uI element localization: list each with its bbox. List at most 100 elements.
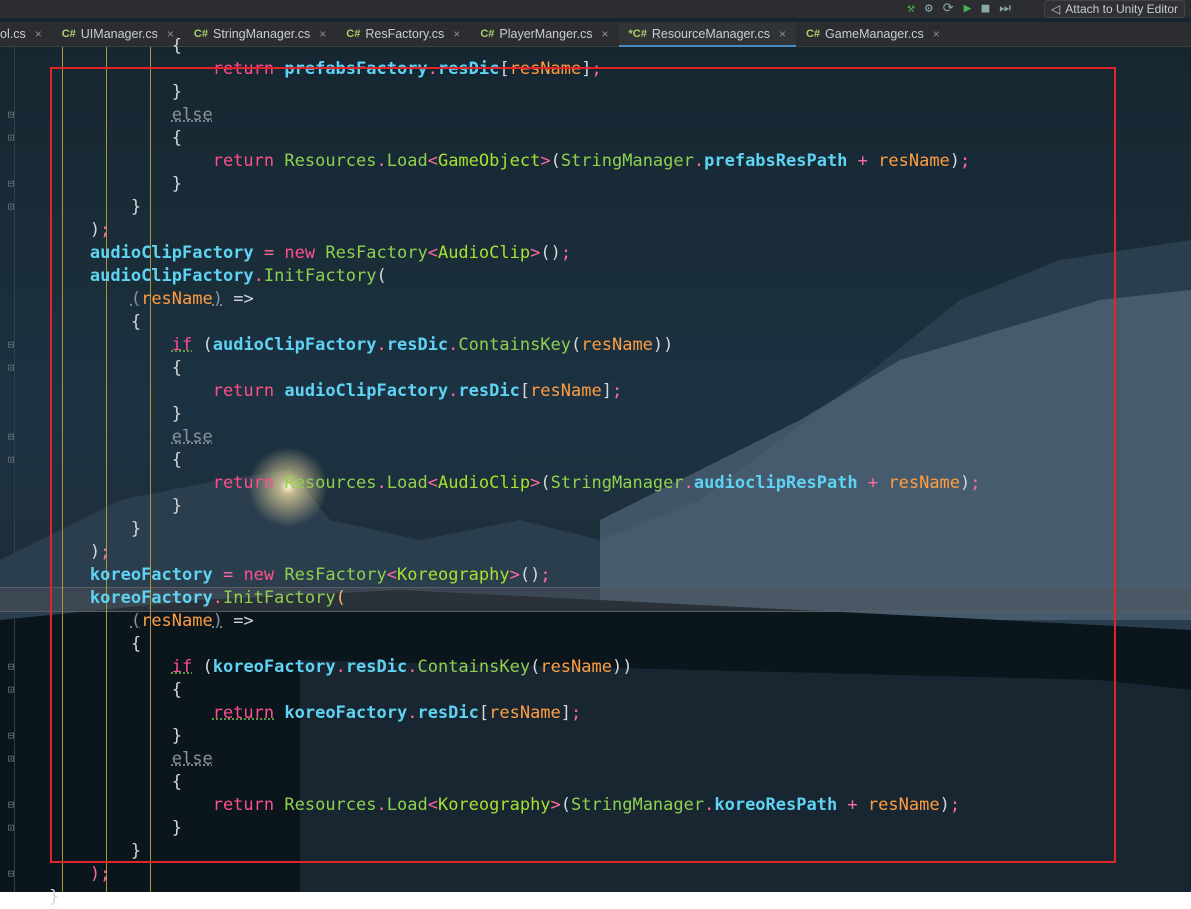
code-token: + [857,473,889,493]
code-line[interactable]: { [8,311,141,334]
code-token: } [130,197,142,217]
code-line[interactable]: } [8,173,182,196]
code-token: . [376,795,387,815]
code-line[interactable]: } [8,817,182,840]
close-icon[interactable]: × [933,27,940,41]
code-token: ( [550,151,561,171]
code-line[interactable]: } [8,403,182,426]
code-line[interactable]: { [8,771,182,794]
tab-stringmanager-cs[interactable]: C# StringManager.cs × [184,22,336,46]
close-icon[interactable]: × [779,27,786,41]
code-token: () [540,243,561,263]
build-hammer-icon[interactable]: ⚒ [907,0,915,18]
code-line[interactable]: else [8,426,213,449]
code-line[interactable]: } [8,725,182,748]
code-line[interactable]: audioClipFactory = new ResFactory<AudioC… [8,242,571,265]
code-token: < [427,243,438,263]
stop-icon[interactable]: ■ [981,0,989,18]
code-line[interactable]: else [8,748,213,771]
code-token: resDic [458,381,520,401]
code-token: AudioClip [437,243,531,263]
play-icon[interactable]: ▶ [964,0,972,18]
attach-to-unity-button[interactable]: ◁ Attach to Unity Editor [1044,0,1185,18]
code-token: resName [141,611,213,631]
code-editor[interactable]: ⊟ ⊡ ⊟ ⊡ ⊟ ⊡ ⊟ ⊡ ⊟ ⊡ ⊟ ⊡ ⊟ ⊡ ⊟ { return prefabsFactory.… [0,36,1191,907]
code-token: ; [100,542,111,562]
code-line[interactable]: return Resources.Load<Koreography>(Strin… [8,794,960,817]
tab-gamemanager-cs[interactable]: C# GameManager.cs × [796,22,950,46]
code-line[interactable]: { [8,633,141,656]
code-token: ; [571,703,582,723]
code-line[interactable]: return Resources.Load<GameObject>(String… [8,150,971,173]
code-token: ContainsKey [417,657,531,677]
code-token: ) [89,220,101,240]
code-token: } [171,726,183,746]
unity-debug-icon[interactable]: ⚙ [925,0,933,18]
code-token: resName [141,289,213,309]
tab-resourcemanager-cs[interactable]: *C# ResourceManager.cs × [618,22,797,47]
code-line[interactable]: } [8,518,141,541]
code-line[interactable]: } [8,886,59,909]
code-line[interactable]: { [8,357,182,380]
code-line[interactable]: { [8,679,182,702]
code-token: audioClipFactory [212,335,377,355]
code-line[interactable]: { [8,35,182,58]
code-line[interactable]: return prefabsFactory.resDic[resName]; [8,58,602,81]
code-token: < [386,565,398,585]
close-icon[interactable]: × [319,27,326,41]
code-token: { [171,772,183,792]
code-token: Resources [284,795,377,815]
tab-resfactory-cs[interactable]: C# ResFactory.cs × [336,22,470,46]
code-line[interactable]: ); [8,863,111,886]
code-line[interactable]: koreoFactory = new ResFactory<Koreograph… [8,564,551,587]
code-line[interactable]: if (koreoFactory.resDic.ContainsKey(resN… [8,656,633,679]
code-line[interactable]: } [8,840,141,863]
code-line[interactable]: return Resources.Load<AudioClip>(StringM… [8,472,981,495]
close-icon[interactable]: × [453,27,460,41]
code-line[interactable]: (resName) => [8,288,254,311]
code-line[interactable]: { [8,127,182,150]
code-token: prefabsResPath [704,151,848,171]
code-token: prefabsFactory [284,59,428,79]
code-line[interactable]: } [8,196,141,219]
code-line[interactable]: return audioClipFactory.resDic[resName]; [8,380,623,403]
code-token: resDic [386,335,449,355]
code-line[interactable]: if (audioClipFactory.resDic.ContainsKey(… [8,334,674,357]
code-token: ( [335,588,346,608]
step-icon[interactable]: ⏭ [999,0,1011,18]
code-line[interactable]: return koreoFactory.resDic[resName]; [8,702,582,725]
code-line[interactable]: { [8,449,182,472]
code-token: InitFactory [263,266,377,286]
code-line[interactable]: ); [8,219,111,242]
code-line[interactable]: ); [8,541,111,564]
code-token: < [427,795,438,815]
code-token: StringManager [571,795,705,815]
code-line[interactable]: koreoFactory.InitFactory( [8,587,346,610]
tab-playermanger-cs[interactable]: C# PlayerManger.cs × [470,22,618,46]
unity-attach-icon[interactable]: ⟳ [943,0,954,18]
code-line[interactable]: } [8,495,182,518]
close-icon[interactable]: × [601,27,608,41]
code-line[interactable]: } [8,81,182,104]
code-token: } [130,841,142,861]
code-token: . [376,335,387,355]
code-token: ; [970,473,981,493]
code-token: audioClipFactory [284,381,449,401]
code-token: } [130,519,142,539]
code-line[interactable]: else [8,104,213,127]
code-line[interactable]: audioClipFactory.InitFactory( [8,265,387,288]
code-line[interactable]: (resName) => [8,610,254,633]
code-token: )) [652,335,674,355]
code-token: ( [130,289,142,309]
